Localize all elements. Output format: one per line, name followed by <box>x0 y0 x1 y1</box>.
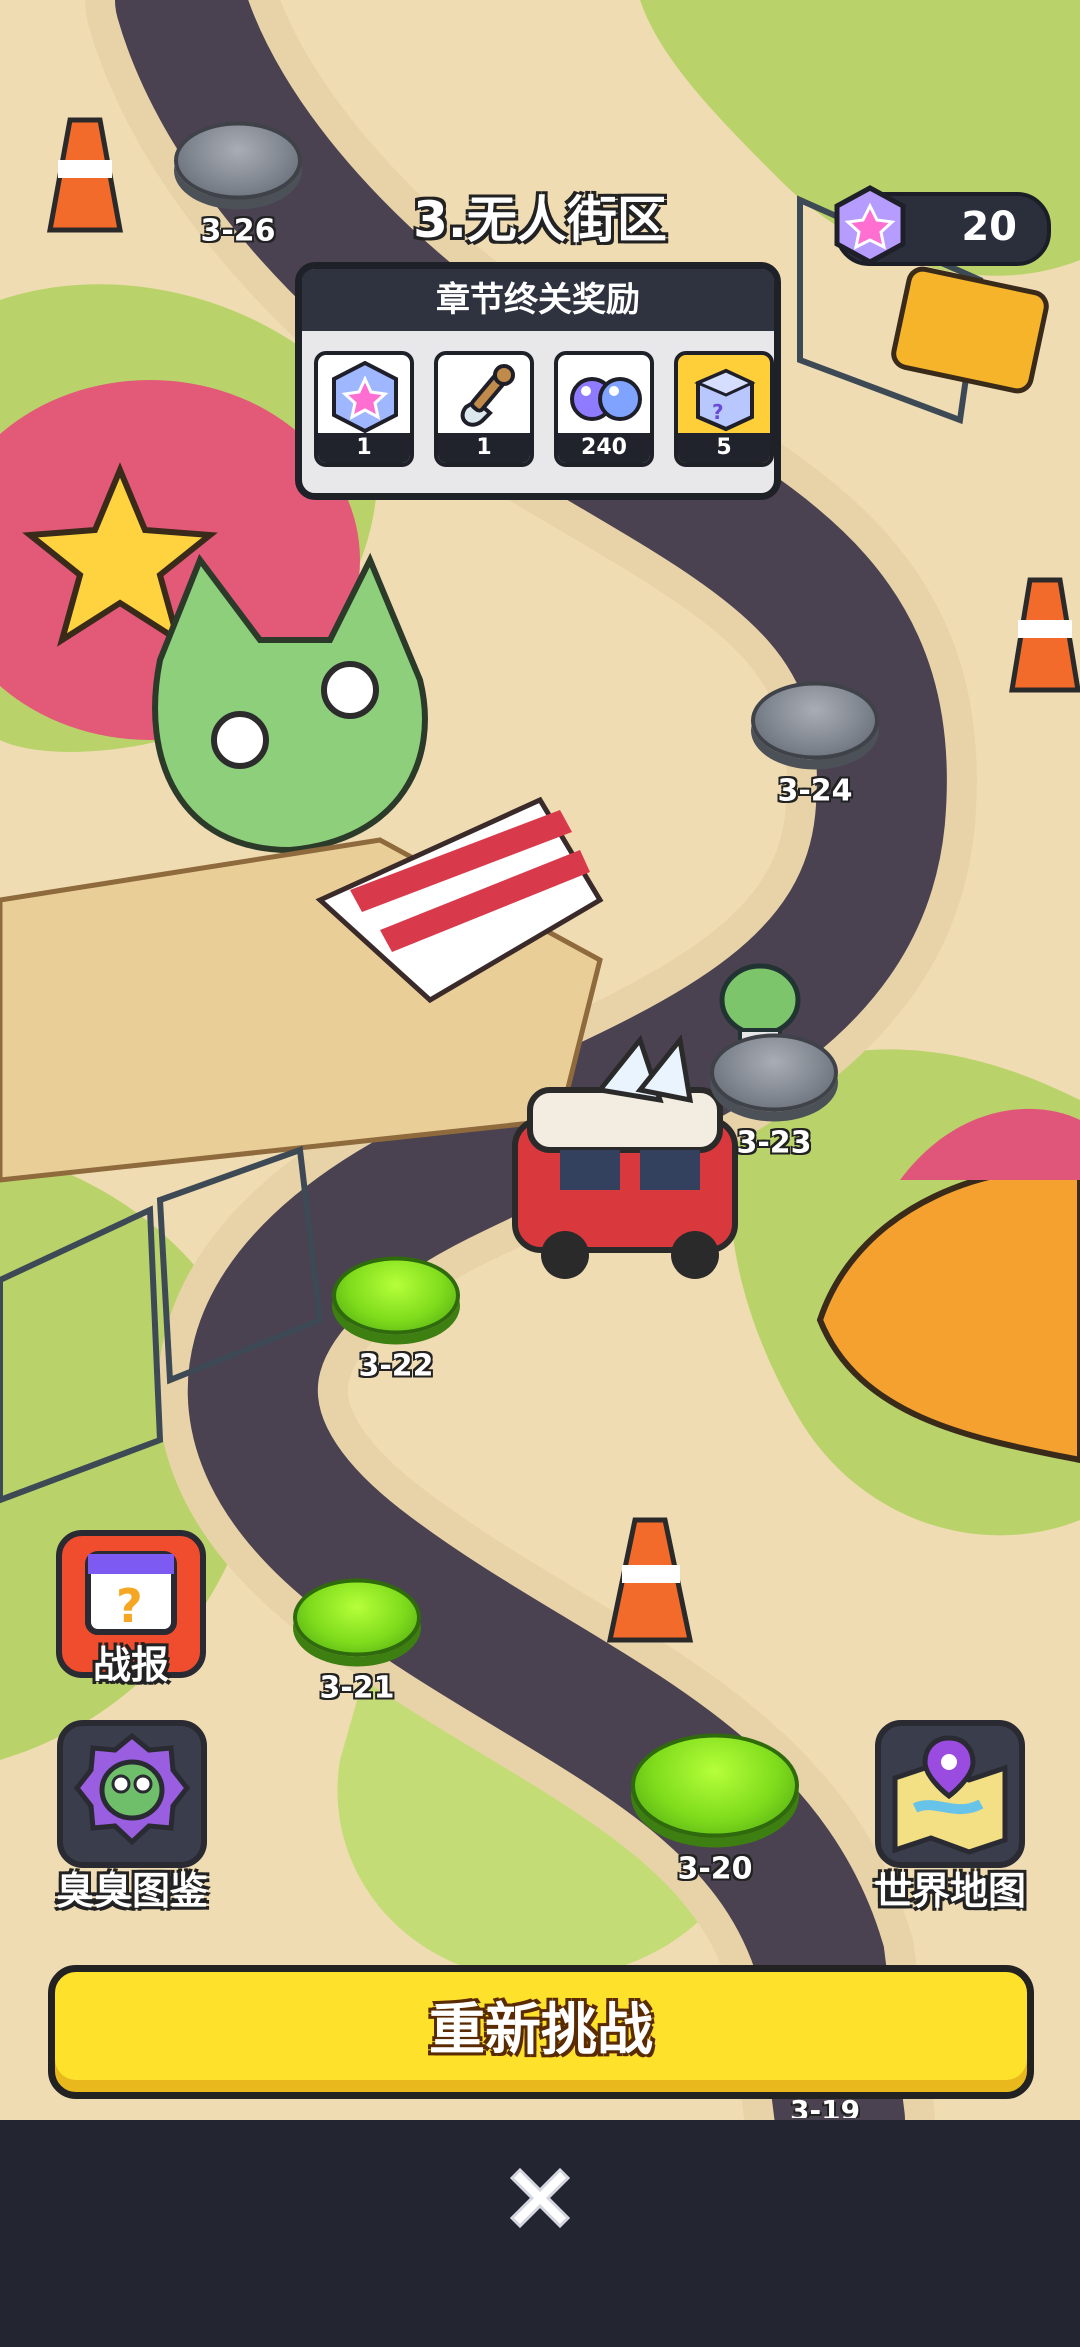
stage-pad <box>710 1033 838 1112</box>
stage-label: 3-24 <box>777 773 853 809</box>
stage-node-3-24[interactable]: 3-24 <box>751 681 879 809</box>
reward-item[interactable]: ? 5 <box>674 351 774 467</box>
shovel-icon <box>460 364 515 427</box>
reward-qty: 240 <box>558 433 650 463</box>
mystery-box-icon: ? <box>694 368 756 432</box>
chapter-reward-panel: 章节终关奖励 1 1 240 ? 5 <box>295 262 781 500</box>
reward-item[interactable]: 1 <box>434 351 534 467</box>
stage-label: 3-20 <box>677 1851 753 1887</box>
world-map-tile <box>875 1720 1025 1868</box>
zombie-guide-tile <box>57 1720 207 1868</box>
world-map-button[interactable]: 世界地图 <box>860 1720 1040 1920</box>
reward-item[interactable]: 1 <box>314 351 414 467</box>
svg-text:?: ? <box>116 1579 143 1633</box>
blue-orbs-icon <box>570 377 642 421</box>
stage-node-3-22[interactable]: 3-22 <box>332 1256 460 1384</box>
map-pin-icon <box>892 1735 1008 1855</box>
stage-node-3-21[interactable]: 3-21 <box>293 1578 421 1706</box>
battle-report-button[interactable]: ? 战报 <box>50 1530 212 1700</box>
zombie-guide-label: 臭臭图鉴 <box>55 1869 208 1913</box>
stage-pad <box>293 1578 421 1657</box>
zombie-face-icon <box>73 1732 191 1846</box>
stage-pad <box>631 1733 799 1838</box>
close-icon[interactable] <box>498 2156 582 2240</box>
star-gem-icon <box>834 185 906 265</box>
star-gem-icon <box>332 361 398 433</box>
reward-qty: 5 <box>678 433 770 463</box>
svg-text:?: ? <box>712 400 724 424</box>
stage-node-3-23[interactable]: 3-23 <box>710 1033 838 1161</box>
chapter-title: 3.无人街区 <box>413 191 667 249</box>
stage-label: 3-22 <box>358 1348 434 1384</box>
world-map-label: 世界地图 <box>873 1869 1026 1913</box>
reward-item[interactable]: 240 <box>554 351 654 467</box>
stage-pad <box>751 681 879 760</box>
currency-value: 20 <box>961 204 1017 250</box>
stage-label: 3-23 <box>736 1125 812 1161</box>
retry-button-label: 重新挑战 <box>429 1998 653 2063</box>
stage-node-3-20[interactable]: 3-20 <box>631 1733 799 1887</box>
reward-qty: 1 <box>438 433 530 463</box>
zombie-guide-button[interactable]: 臭臭图鉴 <box>44 1720 220 1920</box>
stage-pad <box>332 1256 460 1335</box>
reward-qty: 1 <box>318 433 410 463</box>
stage-label-partial: 3-19 <box>790 2094 861 2118</box>
currency-counter[interactable]: 20 <box>834 185 1051 266</box>
battle-report-label: 战报 <box>92 1643 169 1687</box>
retry-button[interactable]: 重新挑战 <box>48 1965 1034 2099</box>
stage-label: 3-21 <box>319 1670 395 1706</box>
reward-panel-title: 章节终关奖励 <box>302 269 774 331</box>
